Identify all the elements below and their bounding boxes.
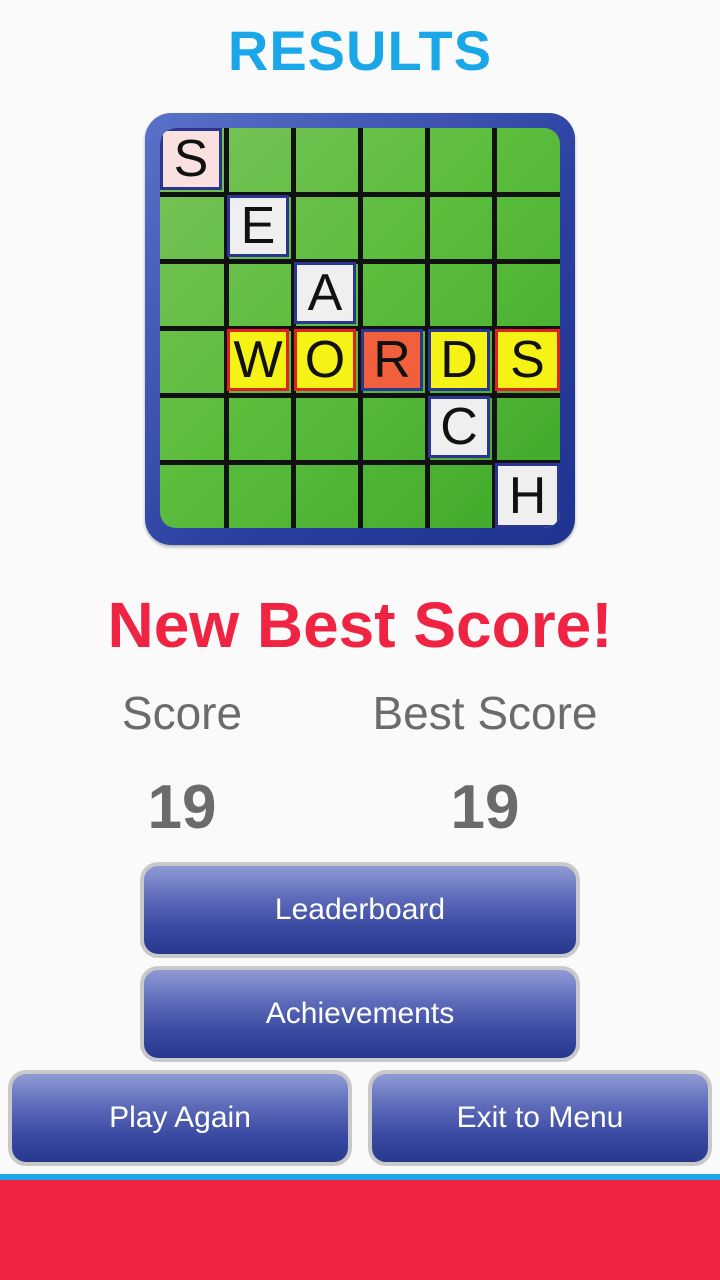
- page-title: RESULTS: [227, 19, 493, 82]
- score-label: Score: [121, 687, 243, 739]
- achievements-button-label: Achievements: [144, 970, 576, 1058]
- play-again-button[interactable]: Play Again: [8, 1070, 352, 1166]
- best-score-label: Best Score: [372, 687, 598, 739]
- results-screen: RESULTS S E A W O R D S C H New Best Sco…: [0, 0, 720, 1280]
- leaderboard-button[interactable]: Leaderboard: [140, 862, 580, 958]
- best-score-value: 19: [450, 773, 520, 842]
- logo-tile: C: [428, 396, 490, 458]
- exit-to-menu-button[interactable]: Exit to Menu: [368, 1070, 712, 1166]
- new-best-score-headline: New Best Score!: [107, 589, 613, 661]
- exit-to-menu-button-label: Exit to Menu: [372, 1074, 708, 1162]
- score-value: 19: [147, 773, 217, 842]
- logo-tile: A: [294, 262, 356, 324]
- achievements-button[interactable]: Achievements: [140, 966, 580, 1062]
- grid-line: [160, 192, 560, 197]
- bottom-banner: [0, 1174, 720, 1280]
- logo-tile: D: [428, 329, 490, 391]
- logo-tile: W: [227, 329, 289, 391]
- leaderboard-button-label: Leaderboard: [144, 866, 576, 954]
- logo-tile: S: [495, 329, 560, 391]
- logo-board: S E A W O R D S C H: [160, 128, 560, 528]
- logo-tile: O: [294, 329, 356, 391]
- grid-line: [160, 259, 560, 264]
- logo-tile: S: [160, 128, 222, 190]
- search-words-logo: S E A W O R D S C H: [145, 113, 575, 545]
- logo-tile: H: [495, 463, 560, 528]
- play-again-button-label: Play Again: [12, 1074, 348, 1162]
- logo-tile: E: [227, 195, 289, 257]
- grid-line: [160, 393, 560, 398]
- logo-tile: R: [361, 329, 423, 391]
